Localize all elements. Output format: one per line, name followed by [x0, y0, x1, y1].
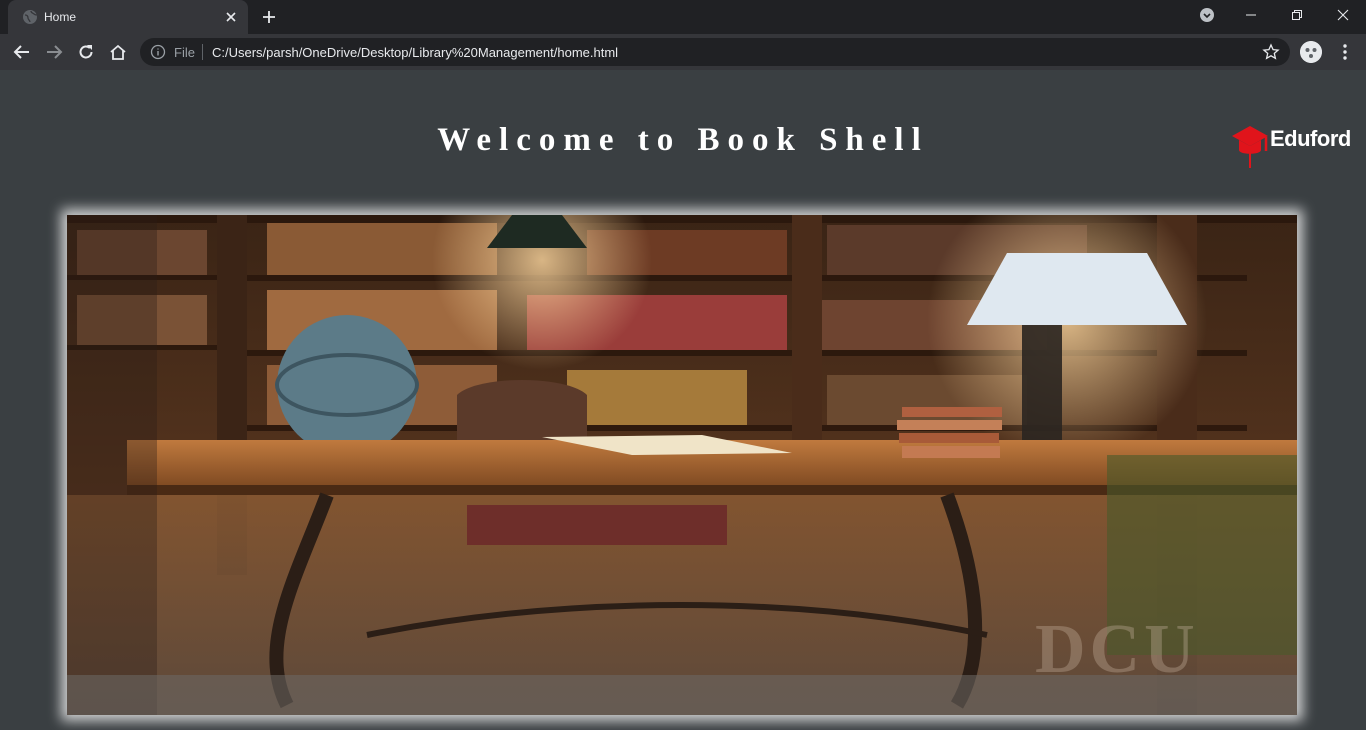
- reload-icon: [79, 45, 93, 59]
- more-menu-icon[interactable]: [1336, 42, 1354, 62]
- globe-icon: [23, 10, 38, 24]
- logo-text: Eduford: [1270, 126, 1351, 151]
- reload-button[interactable]: [76, 42, 96, 62]
- profile-avatar-icon[interactable]: [1300, 41, 1322, 63]
- address-bar[interactable]: File C:/Users/parsh/OneDrive/Desktop/Lib…: [140, 38, 1290, 66]
- forward-button[interactable]: [44, 42, 64, 62]
- address-scheme-label: File: [174, 45, 195, 60]
- browser-toolbar: File C:/Users/parsh/OneDrive/Desktop/Lib…: [0, 34, 1366, 70]
- address-separator: [202, 44, 203, 60]
- hero-banner-image: DCU: [67, 215, 1297, 715]
- eduford-logo[interactable]: Eduford: [1230, 120, 1351, 170]
- tab-search-button[interactable]: [1184, 0, 1230, 30]
- close-window-button[interactable]: [1320, 0, 1366, 30]
- minimize-button[interactable]: [1228, 0, 1274, 30]
- restore-button[interactable]: [1274, 0, 1320, 30]
- restore-icon: [1292, 10, 1302, 20]
- close-tab-icon[interactable]: [222, 8, 240, 26]
- graduation-cap-icon: [1232, 126, 1268, 168]
- page-body: Welcome to Book Shell Eduford DCU: [0, 70, 1366, 730]
- arrow-left-icon: [13, 45, 29, 59]
- home-icon: [110, 44, 126, 60]
- close-icon: [1337, 9, 1349, 21]
- url-text[interactable]: C:/Users/parsh/OneDrive/Desktop/Library%…: [212, 45, 618, 60]
- new-tab-icon[interactable]: [260, 8, 278, 26]
- arrow-right-icon: [47, 45, 63, 59]
- hero-watermark-text: DCU: [1035, 611, 1199, 688]
- star-icon[interactable]: [1262, 43, 1280, 61]
- chevron-down-icon: [1200, 8, 1214, 22]
- home-button[interactable]: [108, 42, 128, 62]
- tab-strip: Home: [0, 0, 1366, 34]
- info-icon[interactable]: [150, 44, 166, 60]
- minimize-icon: [1246, 14, 1256, 16]
- tab-home[interactable]: Home: [8, 0, 248, 34]
- tab-title: Home: [44, 10, 77, 24]
- back-button[interactable]: [12, 42, 32, 62]
- page-title: Welcome to Book Shell: [437, 122, 929, 158]
